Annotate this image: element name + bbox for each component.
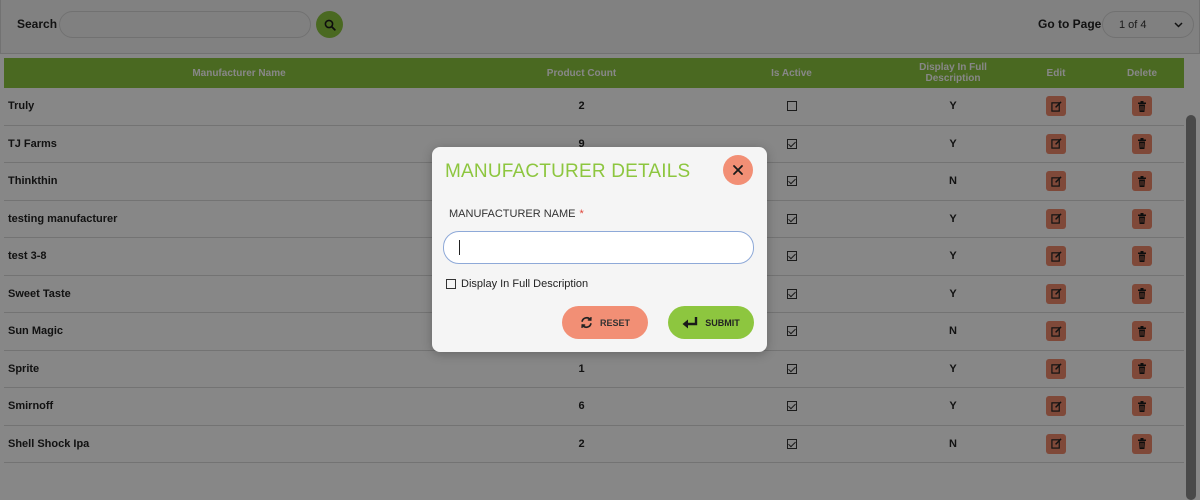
manufacturer-name-input[interactable] xyxy=(443,231,754,264)
close-button[interactable] xyxy=(723,155,753,185)
reset-label: RESET xyxy=(599,317,630,328)
dialog-title: MANUFACTURER DETAILS xyxy=(445,161,691,182)
manufacturer-name-label: MANUFACTURER NAME * xyxy=(449,208,584,220)
display-full-description-checkbox[interactable] xyxy=(446,279,456,289)
display-full-description-label: Display In Full Description xyxy=(461,278,589,290)
close-icon xyxy=(733,165,743,175)
reset-button[interactable]: RESET xyxy=(562,306,648,339)
manufacturer-details-dialog: MANUFACTURER DETAILS MANUFACTURER NAME * … xyxy=(432,147,767,352)
enter-icon xyxy=(682,317,698,329)
submit-button[interactable]: SUBMIT xyxy=(668,306,754,339)
required-marker: * xyxy=(579,208,584,220)
manufacturer-name-label-text: MANUFACTURER NAME xyxy=(449,208,576,220)
refresh-icon xyxy=(581,316,592,329)
submit-label: SUBMIT xyxy=(705,317,740,328)
display-full-description-option[interactable]: Display In Full Description xyxy=(446,278,588,290)
text-caret xyxy=(459,240,460,255)
